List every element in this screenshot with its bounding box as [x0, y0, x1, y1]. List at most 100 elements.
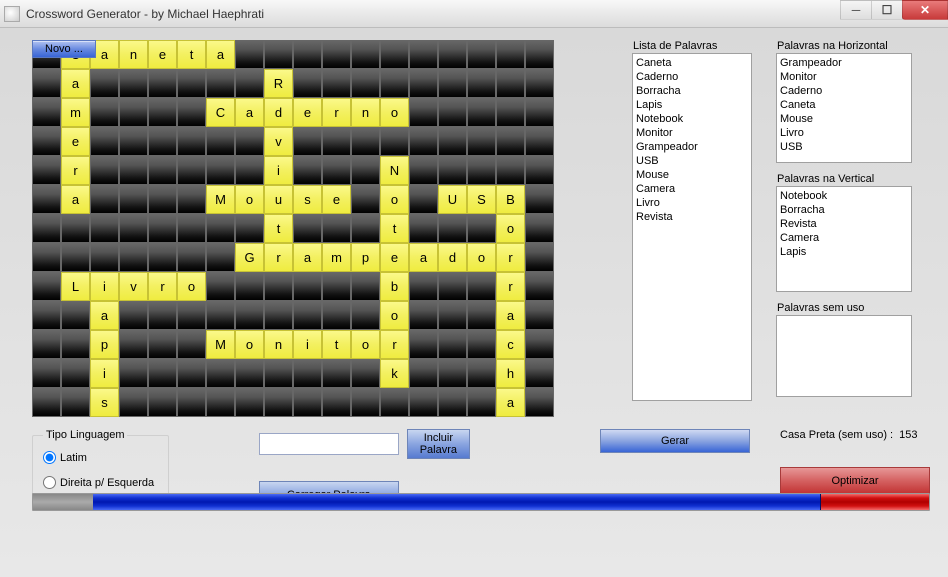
grid-cell-black[interactable]: [351, 127, 380, 156]
grid-cell-black[interactable]: [409, 185, 438, 214]
grid-cell-black[interactable]: [322, 301, 351, 330]
grid-cell-black[interactable]: [525, 156, 554, 185]
list-item[interactable]: Livro: [636, 196, 748, 210]
grid-cell-filled[interactable]: s: [90, 388, 119, 417]
grid-cell-black[interactable]: [148, 359, 177, 388]
grid-cell-black[interactable]: [467, 69, 496, 98]
grid-cell-black[interactable]: [177, 388, 206, 417]
grid-cell-filled[interactable]: e: [61, 127, 90, 156]
grid-cell-filled[interactable]: a: [293, 243, 322, 272]
grid-cell-black[interactable]: [525, 214, 554, 243]
grid-cell-black[interactable]: [496, 127, 525, 156]
grid-cell-filled[interactable]: o: [467, 243, 496, 272]
grid-cell-filled[interactable]: r: [61, 156, 90, 185]
grid-cell-black[interactable]: [351, 156, 380, 185]
grid-cell-filled[interactable]: o: [351, 330, 380, 359]
grid-cell-black[interactable]: [438, 40, 467, 69]
grid-cell-black[interactable]: [467, 40, 496, 69]
grid-cell-filled[interactable]: N: [380, 156, 409, 185]
grid-cell-black[interactable]: [32, 98, 61, 127]
grid-cell-black[interactable]: [525, 98, 554, 127]
grid-cell-filled[interactable]: o: [177, 272, 206, 301]
grid-cell-black[interactable]: [438, 330, 467, 359]
radio-latim-row[interactable]: Latim: [43, 451, 158, 464]
grid-cell-black[interactable]: [322, 388, 351, 417]
grid-cell-filled[interactable]: m: [61, 98, 90, 127]
grid-cell-black[interactable]: [438, 156, 467, 185]
radio-direita[interactable]: [43, 476, 56, 489]
grid-cell-filled[interactable]: t: [264, 214, 293, 243]
grid-cell-filled[interactable]: r: [322, 98, 351, 127]
grid-cell-black[interactable]: [467, 272, 496, 301]
grid-cell-black[interactable]: [380, 69, 409, 98]
grid-cell-black[interactable]: [525, 127, 554, 156]
grid-cell-black[interactable]: [90, 98, 119, 127]
grid-cell-black[interactable]: [177, 98, 206, 127]
grid-cell-black[interactable]: [206, 127, 235, 156]
grid-cell-black[interactable]: [177, 156, 206, 185]
grid-cell-black[interactable]: [496, 69, 525, 98]
grid-cell-black[interactable]: [438, 359, 467, 388]
list-item[interactable]: Livro: [780, 126, 908, 140]
grid-cell-black[interactable]: [90, 127, 119, 156]
grid-cell-black[interactable]: [409, 272, 438, 301]
grid-cell-black[interactable]: [177, 330, 206, 359]
grid-cell-black[interactable]: [177, 301, 206, 330]
maximize-button[interactable]: ☐: [871, 0, 903, 20]
grid-cell-black[interactable]: [32, 330, 61, 359]
grid-cell-black[interactable]: [293, 69, 322, 98]
grid-cell-black[interactable]: [525, 69, 554, 98]
grid-cell-filled[interactable]: v: [264, 127, 293, 156]
grid-cell-filled[interactable]: r: [264, 243, 293, 272]
grid-cell-black[interactable]: [525, 301, 554, 330]
grid-cell-black[interactable]: [235, 40, 264, 69]
grid-cell-black[interactable]: [322, 40, 351, 69]
grid-cell-filled[interactable]: i: [293, 330, 322, 359]
grid-cell-black[interactable]: [525, 388, 554, 417]
grid-cell-black[interactable]: [32, 214, 61, 243]
grid-cell-filled[interactable]: e: [380, 243, 409, 272]
semuso-listbox[interactable]: [776, 315, 912, 397]
grid-cell-black[interactable]: [206, 388, 235, 417]
grid-cell-filled[interactable]: p: [351, 243, 380, 272]
grid-cell-black[interactable]: [467, 388, 496, 417]
list-item[interactable]: Camera: [780, 231, 908, 245]
list-item[interactable]: Mouse: [636, 168, 748, 182]
grid-cell-black[interactable]: [438, 388, 467, 417]
grid-cell-black[interactable]: [525, 243, 554, 272]
grid-cell-black[interactable]: [322, 127, 351, 156]
grid-cell-filled[interactable]: a: [61, 185, 90, 214]
grid-cell-black[interactable]: [148, 214, 177, 243]
grid-cell-filled[interactable]: o: [380, 301, 409, 330]
grid-cell-black[interactable]: [61, 301, 90, 330]
grid-cell-black[interactable]: [90, 69, 119, 98]
list-item[interactable]: Lapis: [636, 98, 748, 112]
grid-cell-filled[interactable]: a: [496, 301, 525, 330]
grid-cell-black[interactable]: [148, 330, 177, 359]
grid-cell-black[interactable]: [467, 214, 496, 243]
grid-cell-black[interactable]: [322, 214, 351, 243]
list-item[interactable]: Grampeador: [780, 56, 908, 70]
grid-cell-filled[interactable]: M: [206, 330, 235, 359]
word-input[interactable]: [259, 433, 399, 455]
grid-cell-black[interactable]: [148, 69, 177, 98]
grid-cell-filled[interactable]: C: [206, 98, 235, 127]
vertical-listbox[interactable]: NotebookBorrachaRevistaCameraLapis: [776, 186, 912, 292]
list-item[interactable]: Caderno: [780, 84, 908, 98]
grid-cell-black[interactable]: [409, 388, 438, 417]
grid-cell-black[interactable]: [90, 243, 119, 272]
grid-cell-black[interactable]: [90, 185, 119, 214]
grid-cell-black[interactable]: [61, 330, 90, 359]
grid-cell-filled[interactable]: e: [293, 98, 322, 127]
grid-cell-black[interactable]: [525, 185, 554, 214]
grid-cell-black[interactable]: [119, 156, 148, 185]
grid-cell-black[interactable]: [119, 69, 148, 98]
incluir-button[interactable]: Incluir Palavra: [407, 429, 470, 459]
grid-cell-black[interactable]: [409, 156, 438, 185]
grid-cell-black[interactable]: [177, 127, 206, 156]
grid-cell-black[interactable]: [380, 388, 409, 417]
grid-cell-black[interactable]: [235, 388, 264, 417]
grid-cell-black[interactable]: [119, 185, 148, 214]
grid-cell-filled[interactable]: r: [496, 272, 525, 301]
grid-cell-black[interactable]: [293, 127, 322, 156]
